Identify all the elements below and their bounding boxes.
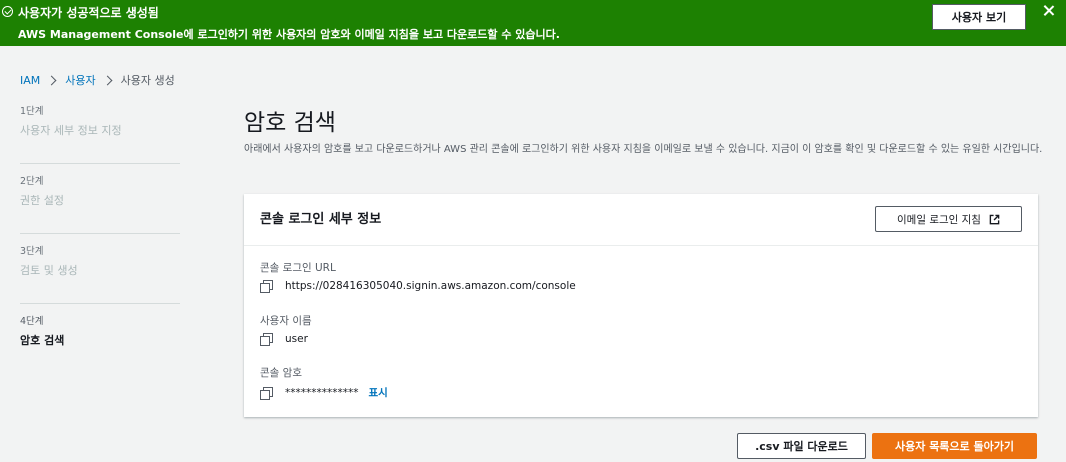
card-title: 콘솔 로그인 세부 정보 bbox=[260, 212, 382, 227]
field-label: 콘솔 로그인 URL bbox=[260, 262, 336, 274]
password-value: ************** bbox=[285, 386, 359, 399]
check-circle-icon bbox=[2, 6, 13, 17]
email-button-label: 이메일 로그인 지침 bbox=[897, 213, 981, 226]
step-number: 4단계 bbox=[20, 316, 44, 327]
copy-icon[interactable] bbox=[260, 280, 273, 293]
step-label: 사용자 세부 정보 지정 bbox=[20, 124, 122, 137]
step-label: 검토 및 생성 bbox=[20, 264, 78, 277]
breadcrumb-users[interactable]: 사용자 bbox=[65, 72, 95, 88]
return-to-users-button[interactable]: 사용자 목록으로 돌아가기 bbox=[872, 433, 1037, 459]
chevron-right-icon bbox=[46, 75, 57, 85]
console-url-field: 콘솔 로그인 URL https://028416305040.signin.a… bbox=[260, 260, 576, 293]
step-1: 1단계 사용자 세부 정보 지정 bbox=[20, 103, 180, 164]
page-title: 암호 검색 bbox=[244, 110, 336, 136]
copy-icon[interactable] bbox=[260, 333, 273, 346]
field-label: 콘솔 암호 bbox=[260, 367, 302, 379]
show-password-link[interactable]: 표시 bbox=[369, 385, 388, 400]
download-csv-button[interactable]: .csv 파일 다운로드 bbox=[737, 433, 866, 459]
wizard-steps: 1단계 사용자 세부 정보 지정 2단계 권한 설정 3단계 검토 및 생성 4… bbox=[20, 103, 180, 383]
breadcrumb: IAM 사용자 사용자 생성 bbox=[20, 72, 175, 88]
close-icon[interactable] bbox=[1042, 4, 1056, 18]
step-number: 3단계 bbox=[20, 246, 44, 257]
step-4: 4단계 암호 검색 bbox=[20, 313, 180, 374]
console-url-value: https://028416305040.signin.aws.amazon.c… bbox=[285, 280, 576, 292]
field-label: 사용자 이름 bbox=[260, 315, 312, 327]
copy-icon[interactable] bbox=[260, 386, 273, 400]
step-2: 2단계 권한 설정 bbox=[20, 173, 180, 234]
username-value: user bbox=[285, 333, 308, 345]
username-field: 사용자 이름 user bbox=[260, 313, 312, 346]
step-3: 3단계 검토 및 생성 bbox=[20, 243, 180, 304]
chevron-right-icon bbox=[102, 75, 113, 85]
step-label: 권한 설정 bbox=[20, 194, 64, 207]
breadcrumb-create-user: 사용자 생성 bbox=[120, 74, 175, 87]
field-value-row: https://028416305040.signin.aws.amazon.c… bbox=[260, 280, 576, 293]
view-user-button[interactable]: 사용자 보기 bbox=[932, 4, 1026, 30]
email-instructions-button[interactable]: 이메일 로그인 지침 bbox=[875, 206, 1022, 232]
console-login-card: 콘솔 로그인 세부 정보 이메일 로그인 지침 콘솔 로그인 URL https… bbox=[244, 194, 1038, 417]
card-header: 콘솔 로그인 세부 정보 이메일 로그인 지침 bbox=[244, 194, 1038, 246]
success-banner: 사용자가 성공적으로 생성됨 AWS Management Console에 로… bbox=[0, 0, 1066, 46]
step-number: 2단계 bbox=[20, 176, 44, 187]
page-description: 아래에서 사용자의 암호를 보고 다운로드하거나 AWS 관리 콘솔에 로그인하… bbox=[244, 144, 1043, 155]
field-value-row: ************** 표시 bbox=[260, 385, 388, 400]
step-label: 암호 검색 bbox=[20, 334, 65, 347]
banner-title: 사용자가 성공적으로 생성됨 bbox=[18, 6, 159, 20]
breadcrumb-iam[interactable]: IAM bbox=[20, 74, 40, 87]
external-link-icon bbox=[989, 214, 1000, 224]
step-number: 1단계 bbox=[20, 106, 44, 117]
field-value-row: user bbox=[260, 333, 308, 346]
password-field: 콘솔 암호 ************** 표시 bbox=[260, 365, 388, 400]
banner-message: AWS Management Console에 로그인하기 위한 사용자의 암호… bbox=[18, 28, 560, 41]
